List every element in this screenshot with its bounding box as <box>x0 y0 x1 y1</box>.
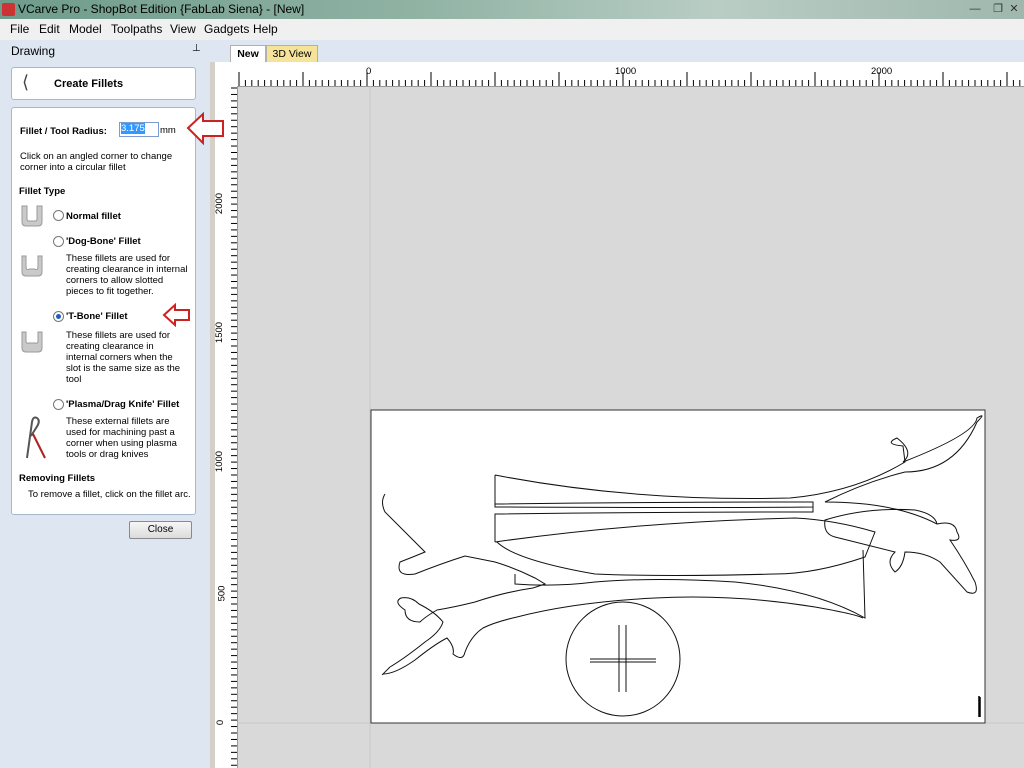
drawing-area[interactable] <box>215 62 1024 768</box>
t-bone-fillet-label: 'T-Bone' Fillet <box>66 311 128 322</box>
dog-bone-desc-2: creating clearance in internal <box>66 264 188 275</box>
drawing-canvas[interactable]: 0 1000 2000 2000 1500 1000 500 0 <box>214 62 1024 768</box>
menu-file[interactable]: File <box>10 22 29 36</box>
material-sheet[interactable] <box>370 409 986 724</box>
menu-view[interactable]: View <box>170 22 196 36</box>
menu-bar: File Edit Model Toolpaths View Gadgets H… <box>0 19 1024 41</box>
plasma-fillet-label: 'Plasma/Drag Knife' Fillet <box>66 399 180 410</box>
instruction-line-1: Click on an angled corner to change <box>20 151 173 162</box>
dog-bone-desc-1: These fillets are used for <box>66 253 171 264</box>
fillet-form: Fillet / Tool Radius: 3.175 mm Click on … <box>11 107 196 515</box>
pin-icon[interactable]: ⊥ <box>192 43 201 54</box>
dog-bone-desc-3: corners to allow slotted <box>66 275 164 286</box>
menu-help[interactable]: Help <box>253 22 278 36</box>
t-bone-desc-4: slot is the same size as the <box>66 363 181 374</box>
radius-unit: mm <box>160 125 176 136</box>
t-bone-desc-2: creating clearance in <box>66 341 154 352</box>
app-icon <box>2 3 15 16</box>
plasma-desc-2: used for machining past a <box>66 427 175 438</box>
close-button[interactable]: Close <box>129 521 192 539</box>
tab-new[interactable]: New <box>230 45 266 62</box>
dog-bone-fillet-radio[interactable] <box>53 236 64 247</box>
close-window-button[interactable]: ✕ <box>1001 1 1024 17</box>
drawing-panel: Drawing ⊥ ⟨ Create Fillets Fillet / Tool… <box>0 40 210 768</box>
plasma-desc-1: These external fillets are <box>66 416 170 427</box>
plasma-fillet-radio[interactable] <box>53 399 64 410</box>
t-bone-desc-5: tool <box>66 374 82 385</box>
t-bone-fillet-radio[interactable] <box>53 311 64 322</box>
t-bone-desc-3: internal corners when the <box>66 352 173 363</box>
form-title-card: ⟨ Create Fillets <box>11 67 196 100</box>
instruction-line-2: corner into a circular fillet <box>20 162 126 173</box>
dog-bone-desc-4: pieces to fit together. <box>66 286 154 297</box>
plasma-desc-3: corner when using plasma <box>66 438 177 449</box>
title-bar: VCarve Pro - ShopBot Edition {FabLab Sie… <box>0 0 1024 19</box>
panel-header: Drawing <box>11 44 56 58</box>
menu-edit[interactable]: Edit <box>39 22 60 36</box>
plasma-desc-4: tools or drag knives <box>66 449 149 460</box>
dog-bone-fillet-icon <box>21 255 43 277</box>
menu-toolpaths[interactable]: Toolpaths <box>111 22 162 36</box>
removing-text: To remove a fillet, click on the fillet … <box>28 489 191 500</box>
menu-gadgets[interactable]: Gadgets <box>204 22 249 36</box>
t-bone-fillet-icon <box>21 331 43 353</box>
t-bone-desc-1: These fillets are used for <box>66 330 171 341</box>
removing-heading: Removing Fillets <box>19 473 96 484</box>
normal-fillet-label: Normal fillet <box>66 211 121 222</box>
plasma-fillet-icon <box>26 416 46 459</box>
back-arrow-icon[interactable]: ⟨ <box>22 72 29 93</box>
window-title: VCarve Pro - ShopBot Edition {FabLab Sie… <box>18 2 305 16</box>
dog-bone-fillet-label: 'Dog-Bone' Fillet <box>66 236 141 247</box>
cursor-marker <box>978 696 981 717</box>
normal-fillet-radio[interactable] <box>53 210 64 221</box>
tab-3d-view[interactable]: 3D View <box>266 45 318 62</box>
form-title: Create Fillets <box>54 78 124 90</box>
document-tabs: New 3D View <box>210 40 1024 62</box>
fillet-type-heading: Fillet Type <box>19 186 66 197</box>
normal-fillet-icon <box>21 205 43 227</box>
menu-model[interactable]: Model <box>69 22 102 36</box>
radius-input[interactable]: 3.175 <box>119 122 159 137</box>
radius-label: Fillet / Tool Radius: <box>20 126 107 137</box>
